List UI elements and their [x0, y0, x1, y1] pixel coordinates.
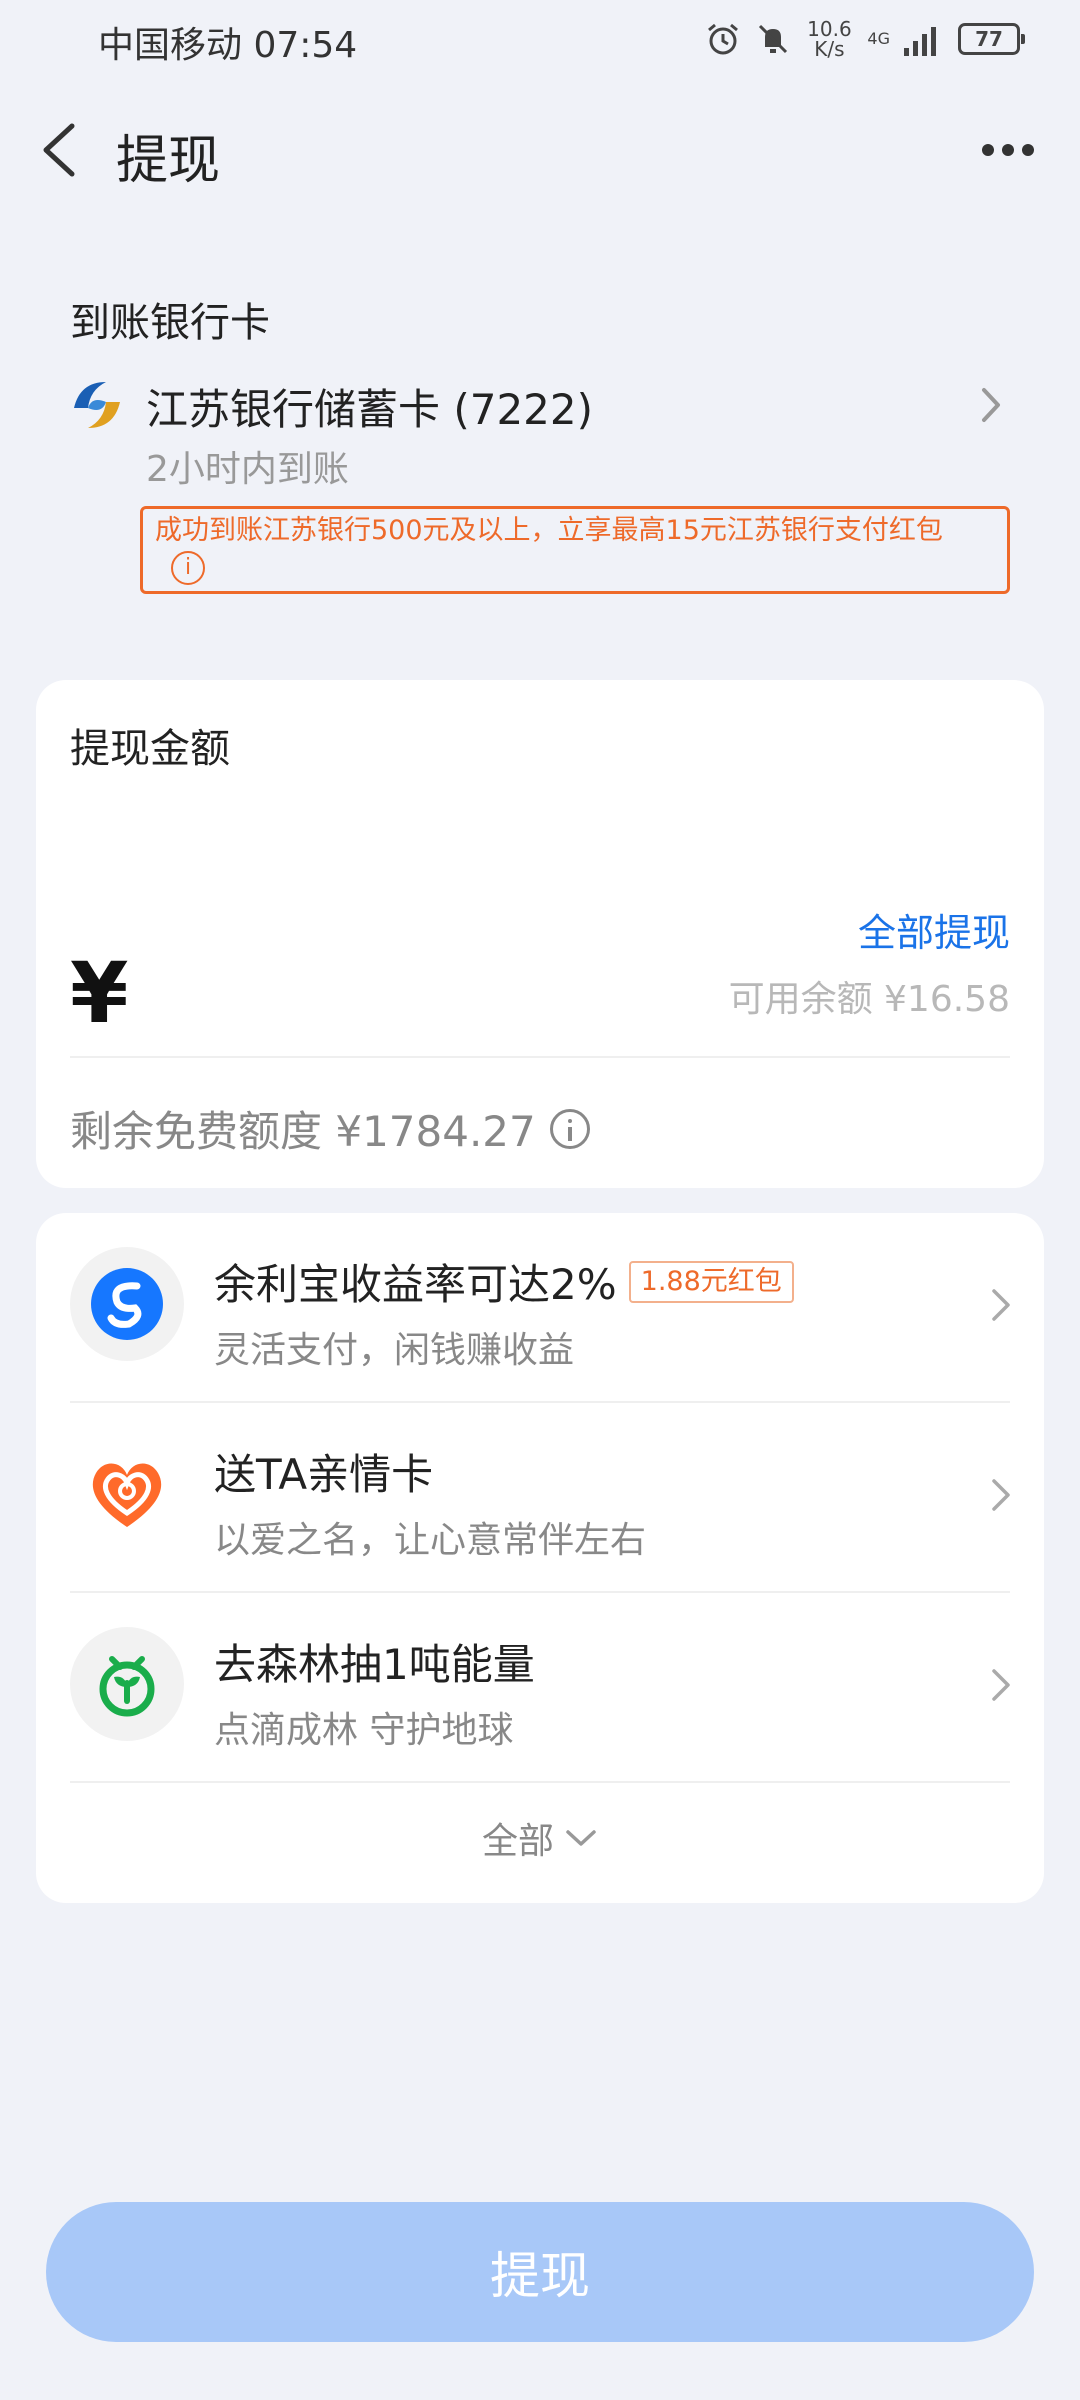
- chevron-right-icon: [992, 1669, 1010, 1701]
- network-type: 4G: [867, 29, 890, 48]
- available-balance: 可用余额 ¥16.58: [728, 979, 1010, 1020]
- red-packet-badge: 1.88元红包: [628, 1260, 794, 1303]
- bank-card-selector[interactable]: 江苏银行储蓄卡 (7222): [70, 376, 1010, 436]
- chevron-right-icon: [982, 388, 1000, 422]
- alarm-icon: [708, 23, 739, 55]
- heart-card-icon: [70, 1437, 184, 1551]
- currency-symbol: ¥: [70, 944, 129, 1042]
- service-subtitle: 点滴成林 守护地球: [214, 1710, 514, 1751]
- show-all-label: 全部: [481, 1821, 554, 1862]
- status-icons: 10.6 K/s 4G 77: [705, 14, 1025, 64]
- arrival-time: 2小时内到账: [146, 449, 349, 490]
- clock: 07:54: [253, 25, 358, 66]
- more-dots-icon[interactable]: [980, 130, 1036, 170]
- service-item-family-card[interactable]: 送TA亲情卡 以爱之名，让心意常伴左右: [36, 1403, 1044, 1593]
- yulibao-icon: [70, 1247, 184, 1361]
- chevron-right-icon: [992, 1289, 1010, 1321]
- service-item-yulibao[interactable]: 余利宝收益率可达2% 1.88元红包 灵活支付，闲钱赚收益: [36, 1213, 1044, 1403]
- amount-card: 提现金额 全部提现 ¥ 可用余额 ¥16.58 剩余免费额度 ¥1784.27: [36, 680, 1044, 1188]
- free-quota-text: 剩余免费额度 ¥1784.27: [70, 1107, 536, 1156]
- chevron-down-icon: [566, 1830, 596, 1846]
- free-quota: 剩余免费额度 ¥1784.27: [70, 1098, 590, 1159]
- promo-banner: 成功到账江苏银行500元及以上，立享最高15元江苏银行支付红包 i: [140, 506, 1010, 594]
- mute-icon: [759, 24, 788, 54]
- info-icon[interactable]: i: [171, 550, 205, 585]
- status-bar: 中国移动 07:54 10.6 K/s 4G 77: [0, 0, 1080, 80]
- info-icon[interactable]: [549, 1108, 590, 1149]
- withdraw-submit-button[interactable]: 提现: [46, 2202, 1034, 2342]
- jiangsu-bank-logo-icon: [74, 382, 120, 428]
- back-arrow-icon[interactable]: [36, 120, 86, 180]
- bank-section: 到账银行卡 江苏银行储蓄卡 (7222) 2小时内到账 成功到账江苏银行500元…: [70, 290, 1010, 594]
- battery-level: 77: [975, 27, 1003, 51]
- forest-sprout-icon: [70, 1627, 184, 1741]
- nav-bar: 提现: [0, 100, 1080, 200]
- show-all-button[interactable]: 全部: [36, 1803, 1044, 1873]
- bank-section-label: 到账银行卡: [70, 300, 270, 346]
- net-speed: 10.6 K/s: [807, 17, 852, 61]
- signal-icon: [904, 27, 936, 56]
- service-title: 余利宝收益率可达2% 1.88元红包: [214, 1251, 794, 1312]
- battery-icon: 77: [958, 23, 1025, 55]
- service-subtitle: 灵活支付，闲钱赚收益: [214, 1330, 575, 1371]
- withdraw-all-link[interactable]: 全部提现: [858, 902, 1010, 957]
- bank-name: 江苏银行储蓄卡 (7222): [146, 385, 594, 434]
- service-subtitle: 以爱之名，让心意常伴左右: [214, 1520, 647, 1561]
- services-card: 余利宝收益率可达2% 1.88元红包 灵活支付，闲钱赚收益 送TA亲情卡 以爱之…: [36, 1213, 1044, 1903]
- carrier-name: 中国移动: [98, 25, 243, 66]
- promo-text: 成功到账江苏银行500元及以上，立享最高15元江苏银行支付红包: [155, 515, 943, 546]
- service-item-forest[interactable]: 去森林抽1吨能量 点滴成林 守护地球: [36, 1593, 1044, 1783]
- divider: [70, 1056, 1010, 1058]
- amount-label: 提现金额: [70, 726, 230, 772]
- service-title: 送TA亲情卡: [214, 1450, 434, 1499]
- carrier-time: 中国移动 07:54: [98, 16, 357, 68]
- chevron-right-icon: [992, 1479, 1010, 1511]
- divider: [70, 1781, 1010, 1783]
- page-title: 提现: [116, 131, 221, 191]
- service-title: 去森林抽1吨能量: [214, 1640, 535, 1689]
